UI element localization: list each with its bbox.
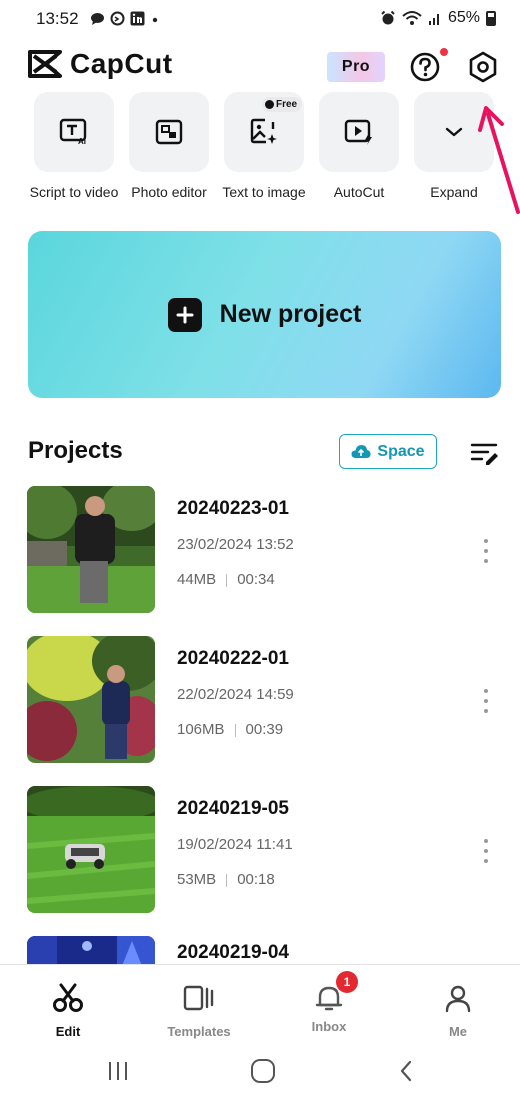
project-item[interactable]: 20240222-01 22/02/2024 14:59 106MB 00:39 [0, 636, 520, 766]
system-navigation-bar [0, 1044, 520, 1096]
project-item[interactable]: 20240219-05 19/02/2024 11:41 53MB 00:18 [0, 786, 520, 916]
autocut-icon [344, 119, 372, 145]
image-sparkle-icon [250, 118, 277, 144]
project-thumbnail[interactable] [27, 936, 155, 964]
project-meta: 106MB 00:39 [177, 721, 283, 738]
tool-label: Photo editor [131, 184, 207, 200]
scissors-icon [53, 983, 83, 1012]
question-circle-icon[interactable] [408, 50, 442, 84]
project-name: 20240222-01 [177, 648, 289, 669]
project-item[interactable]: 20240219-04 [0, 936, 520, 964]
nav-inbox[interactable]: 1 Inbox [284, 971, 374, 1034]
project-name: 20240219-04 [177, 942, 289, 963]
project-meta: 44MB 00:34 [177, 571, 275, 588]
divider [234, 723, 236, 737]
chat-bubble-icon [91, 12, 104, 25]
space-button[interactable]: Space [339, 434, 437, 469]
free-badge: Free [262, 97, 303, 112]
project-size: 53MB [177, 871, 217, 888]
project-thumbnail[interactable] [27, 486, 155, 613]
status-notification-icons [90, 11, 160, 26]
home-icon[interactable] [250, 1058, 276, 1084]
tool-autocut[interactable]: AutoCut [310, 92, 408, 200]
text-ai-icon: AI [59, 118, 87, 146]
capcut-logo: CapCut [28, 48, 173, 80]
project-thumbnail[interactable] [27, 786, 155, 913]
chevron-down-icon [445, 127, 463, 137]
battery-percent: 65% [447, 9, 480, 26]
project-duration: 00:34 [237, 571, 275, 588]
photo-edit-icon [155, 119, 183, 145]
project-name: 20240219-05 [177, 798, 289, 819]
manage-list-icon[interactable] [470, 440, 500, 466]
tool-label: Script to video [29, 184, 119, 200]
signal-icon [428, 13, 439, 25]
notification-dot [440, 48, 448, 56]
divider [226, 873, 228, 887]
nav-label: Inbox [311, 1019, 347, 1034]
project-date: 22/02/2024 14:59 [177, 686, 294, 703]
new-project-button[interactable]: New project [28, 231, 501, 398]
block-icon [110, 11, 125, 26]
free-label: Free [276, 99, 298, 110]
templates-icon [183, 985, 214, 1011]
space-label: Space [377, 442, 425, 460]
status-bar: 13:52 65% [0, 0, 520, 40]
more-options-icon[interactable] [478, 836, 494, 866]
tool-tile[interactable]: AI [34, 92, 114, 172]
pro-button[interactable]: Pro [327, 52, 385, 82]
plus-icon [167, 297, 202, 332]
cloud-upload-icon [351, 445, 371, 458]
quick-tools: AI Script to video Photo editor Free Tex… [0, 92, 520, 212]
tool-label: AutoCut [333, 184, 385, 200]
tool-tile[interactable] [319, 92, 399, 172]
project-name: 20240223-01 [177, 498, 289, 519]
project-item[interactable]: 20240223-01 23/02/2024 13:52 44MB 00:34 [0, 486, 520, 616]
bottom-navigation: Edit Templates 1 Inbox Me [0, 964, 520, 1042]
tool-photo-editor[interactable]: Photo editor [120, 92, 218, 200]
project-size: 106MB [177, 721, 225, 738]
nav-edit[interactable]: Edit [23, 983, 113, 1039]
tool-tile[interactable] [129, 92, 209, 172]
svg-text:AI: AI [78, 137, 86, 146]
battery-icon [486, 10, 496, 26]
nav-me[interactable]: Me [413, 983, 503, 1039]
clock-icon [265, 100, 274, 109]
status-time: 13:52 [36, 9, 79, 28]
tool-text-to-image[interactable]: Free Text to image [215, 92, 313, 200]
project-duration: 00:18 [237, 871, 275, 888]
nav-label: Me [448, 1024, 468, 1039]
project-date: 23/02/2024 13:52 [177, 536, 294, 553]
new-project-label: New project [219, 300, 362, 328]
linkedin-icon [130, 11, 145, 26]
capcut-logo-icon [28, 50, 62, 78]
tool-label: Text to image [222, 184, 306, 200]
nav-label: Edit [55, 1024, 81, 1039]
project-size: 44MB [177, 571, 217, 588]
more-options-icon[interactable] [478, 686, 494, 716]
annotation-arrow [478, 106, 520, 214]
settings-hexagon-icon[interactable] [466, 50, 500, 84]
project-duration: 00:39 [245, 721, 284, 738]
wifi-icon [402, 11, 422, 25]
status-system-icons: 65% [380, 9, 496, 27]
person-icon [445, 985, 471, 1013]
nav-templates[interactable]: Templates [154, 983, 244, 1039]
project-thumbnail[interactable] [27, 636, 155, 763]
project-date: 19/02/2024 11:41 [177, 836, 293, 853]
tool-script-to-video[interactable]: AI Script to video [25, 92, 123, 200]
tool-tile[interactable]: Free [224, 92, 304, 172]
alarm-icon [381, 10, 395, 25]
more-options-icon[interactable] [478, 536, 494, 566]
dot-icon [152, 17, 158, 22]
app-header: CapCut Pro [0, 44, 520, 88]
inbox-badge: 1 [336, 971, 358, 993]
projects-title: Projects [28, 437, 123, 464]
back-icon[interactable] [398, 1059, 414, 1083]
recent-apps-icon[interactable] [106, 1060, 130, 1082]
nav-label: Templates [167, 1024, 231, 1039]
divider [226, 573, 228, 587]
project-meta: 53MB 00:18 [177, 871, 275, 888]
app-name: CapCut [70, 48, 173, 79]
